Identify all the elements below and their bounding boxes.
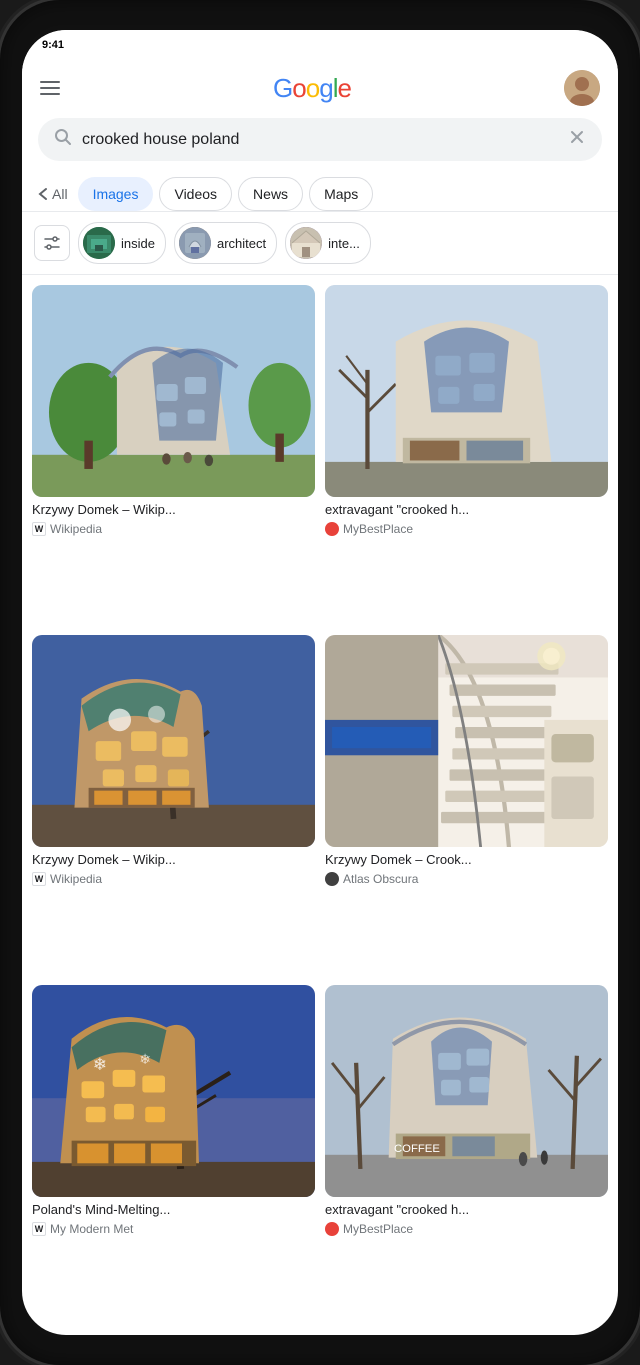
result-title-5: Poland's Mind-Melting... — [32, 1202, 315, 1219]
filter-sliders-icon — [43, 236, 61, 250]
result-image-5: ❄ ❄ — [32, 985, 315, 1197]
result-card-4[interactable]: Krzywy Domek – Crook... Atlas Obscura — [325, 635, 608, 975]
tab-videos-label: Videos — [174, 186, 217, 202]
nav-back-all[interactable]: All — [34, 178, 72, 210]
source-name-2: MyBestPlace — [343, 522, 413, 536]
logo-g2: g — [319, 73, 332, 103]
result-image-6: COFFEE — [325, 985, 608, 1197]
header: Google — [22, 60, 618, 114]
result-card-6[interactable]: COFFEE extravagant "crooked h... MyBestP… — [325, 985, 608, 1325]
phone-frame: 9:41 Google — [0, 0, 640, 1365]
chip-inside-label: inside — [121, 236, 155, 251]
building-svg-4 — [325, 635, 608, 847]
hamburger-line-3 — [40, 93, 60, 95]
content-area: Google crooked h — [22, 60, 618, 1335]
search-bar[interactable]: crooked house poland — [38, 118, 602, 161]
tab-images[interactable]: Images — [78, 177, 154, 211]
source-name-5: My Modern Met — [50, 1222, 133, 1236]
search-icon — [54, 128, 72, 151]
filter-options-button[interactable] — [34, 225, 70, 261]
result-image-2 — [325, 285, 608, 497]
filter-chip-inside[interactable]: inside — [78, 222, 166, 264]
chip-image-interior — [290, 227, 322, 259]
source-favicon-5: W — [32, 1222, 46, 1236]
image-results-grid: Krzywy Domek – Wikip... W Wikipedia — [22, 275, 618, 1335]
filter-chip-architect[interactable]: architect — [174, 222, 277, 264]
result-title-2: extravagant "crooked h... — [325, 502, 608, 519]
nav-tabs: All Images Videos News Maps — [22, 173, 618, 212]
svg-text:❄: ❄ — [139, 1051, 151, 1067]
source-name-4: Atlas Obscura — [343, 872, 418, 886]
google-logo: Google — [273, 73, 351, 104]
result-source-2: MyBestPlace — [325, 522, 608, 536]
result-source-3: W Wikipedia — [32, 872, 315, 886]
status-bar: 9:41 — [22, 30, 618, 60]
tab-news[interactable]: News — [238, 177, 303, 211]
time: 9:41 — [42, 39, 64, 51]
phone-screen: 9:41 Google — [22, 30, 618, 1335]
hamburger-line-2 — [40, 87, 60, 89]
result-title-6: extravagant "crooked h... — [325, 1202, 608, 1219]
building-svg-5: ❄ ❄ — [32, 985, 315, 1197]
svg-text:COFFEE: COFFEE — [394, 1143, 440, 1155]
source-name-6: MyBestPlace — [343, 1222, 413, 1236]
hamburger-line-1 — [40, 81, 60, 83]
result-card-2[interactable]: extravagant "crooked h... MyBestPlace — [325, 285, 608, 625]
source-name-3: Wikipedia — [50, 872, 102, 886]
chip-thumb-interior — [290, 227, 322, 259]
tab-maps[interactable]: Maps — [309, 177, 373, 211]
result-card-5[interactable]: ❄ ❄ Poland's Mind-Melting... W My Modern… — [32, 985, 315, 1325]
chip-architect-label: architect — [217, 236, 266, 251]
avatar-image — [564, 70, 600, 106]
tab-news-label: News — [253, 186, 288, 202]
user-avatar[interactable] — [564, 70, 600, 106]
result-title-4: Krzywy Domek – Crook... — [325, 852, 608, 869]
source-favicon-4 — [325, 872, 339, 886]
source-name-1: Wikipedia — [50, 522, 102, 536]
result-title-1: Krzywy Domek – Wikip... — [32, 502, 315, 519]
chip-interior-label: inte... — [328, 236, 360, 251]
source-favicon-2 — [325, 522, 339, 536]
chip-image-inside — [83, 227, 115, 259]
result-source-5: W My Modern Met — [32, 1222, 315, 1236]
tab-videos[interactable]: Videos — [159, 177, 232, 211]
logo-o1: o — [292, 73, 305, 103]
result-source-4: Atlas Obscura — [325, 872, 608, 886]
nav-back-label: All — [52, 186, 68, 202]
search-query-text: crooked house poland — [82, 131, 558, 149]
result-image-1 — [32, 285, 315, 497]
tab-maps-label: Maps — [324, 186, 358, 202]
tab-images-label: Images — [93, 186, 139, 202]
filter-chip-interior[interactable]: inte... — [285, 222, 371, 264]
building-svg-3 — [32, 635, 315, 847]
hamburger-menu-button[interactable] — [40, 81, 60, 95]
result-title-3: Krzywy Domek – Wikip... — [32, 852, 315, 869]
result-source-6: MyBestPlace — [325, 1222, 608, 1236]
svg-text:❄: ❄ — [93, 1055, 107, 1074]
building-svg-6: COFFEE — [325, 985, 608, 1197]
chip-thumb-inside — [83, 227, 115, 259]
logo-e: e — [337, 73, 350, 103]
filter-row: inside architect — [22, 212, 618, 275]
chip-image-architect — [179, 227, 211, 259]
result-image-3 — [32, 635, 315, 847]
logo-o2: o — [306, 73, 319, 103]
result-image-4 — [325, 635, 608, 847]
back-chevron-icon — [38, 187, 48, 201]
result-card-3[interactable]: Krzywy Domek – Wikip... W Wikipedia — [32, 635, 315, 975]
clear-search-button[interactable] — [568, 128, 586, 151]
logo-g: G — [273, 73, 292, 103]
chip-thumb-architect — [179, 227, 211, 259]
result-card-1[interactable]: Krzywy Domek – Wikip... W Wikipedia — [32, 285, 315, 625]
building-svg-1 — [32, 285, 315, 497]
result-source-1: W Wikipedia — [32, 522, 315, 536]
source-favicon-3: W — [32, 872, 46, 886]
source-favicon-1: W — [32, 522, 46, 536]
building-svg-2 — [325, 285, 608, 497]
source-favicon-6 — [325, 1222, 339, 1236]
